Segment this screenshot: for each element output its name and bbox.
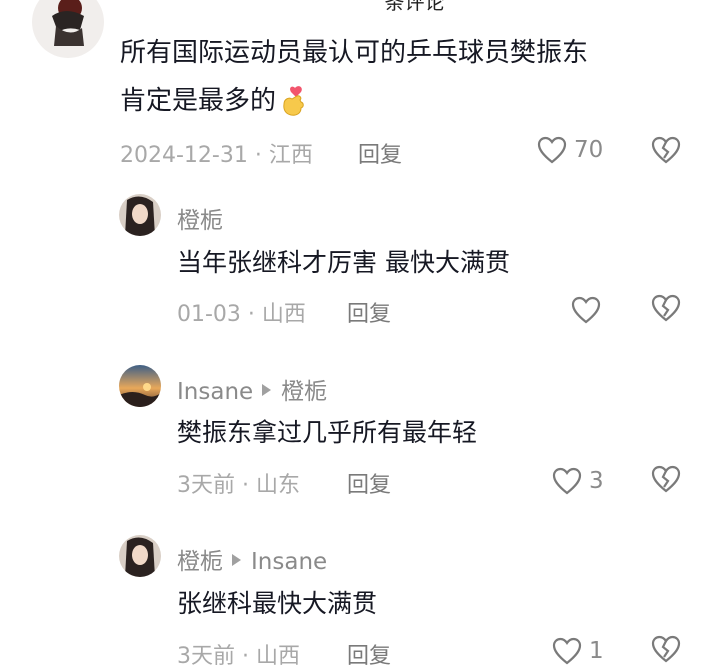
reply-button[interactable]: 回复	[358, 137, 402, 169]
reply-to-user[interactable]: Insane	[251, 549, 327, 575]
comment-date-location: 2024-12-31 · 江西	[120, 143, 313, 168]
heart-icon	[552, 467, 582, 495]
avatar[interactable]	[119, 365, 161, 407]
avatar[interactable]	[32, 0, 104, 58]
dislike-button[interactable]	[650, 293, 682, 327]
like-count: 70	[574, 137, 604, 163]
heart-icon	[552, 637, 582, 665]
reply-author[interactable]: Insane 橙栀	[177, 372, 327, 406]
avatar[interactable]	[119, 194, 161, 236]
finger-heart-emoji	[278, 85, 308, 132]
broken-heart-icon	[651, 136, 681, 164]
comment-text: 所有国际运动员最认可的乒乓球员樊振东	[120, 38, 589, 68]
broken-heart-icon	[651, 294, 681, 322]
like-count: 3	[589, 468, 604, 494]
like-button[interactable]	[570, 293, 608, 327]
like-button[interactable]: 3	[551, 464, 604, 498]
reply-button[interactable]: 回复	[347, 467, 391, 499]
dislike-button[interactable]	[650, 464, 682, 498]
reply-button[interactable]: 回复	[347, 296, 391, 328]
broken-heart-icon	[651, 465, 681, 493]
reply-author[interactable]: 橙栀	[177, 201, 223, 235]
comments-header-title: 条评论	[384, 0, 445, 14]
heart-icon	[571, 296, 601, 324]
reply-arrow-icon	[232, 554, 241, 566]
reply-date-location: 3天前 · 山东	[177, 473, 300, 498]
reply-text: 樊振东拿过几乎所有最年轻	[177, 418, 478, 447]
broken-heart-icon	[651, 635, 681, 663]
reply-text: 当年张继科才厉害 最快大满贯	[177, 248, 510, 277]
reply-date-location: 01-03 · 山西	[177, 302, 306, 327]
reply-button[interactable]: 回复	[347, 638, 391, 670]
reply-arrow-icon	[262, 384, 272, 396]
reply-date-location: 3天前 · 山西	[177, 644, 300, 669]
heart-icon	[537, 136, 567, 164]
dislike-button[interactable]	[650, 135, 682, 169]
comment-text-line2: 肯定是最多的	[120, 78, 308, 132]
reply-text: 张继科最快大满贯	[177, 589, 378, 618]
dislike-button[interactable]	[650, 634, 682, 668]
like-button[interactable]: 70	[536, 133, 603, 167]
reply-to-user[interactable]: 橙栀	[281, 379, 327, 405]
avatar[interactable]	[119, 535, 161, 577]
like-button[interactable]: 1	[551, 634, 604, 668]
reply-author[interactable]: 橙栀 Insane	[177, 542, 327, 576]
like-count: 1	[589, 638, 604, 664]
